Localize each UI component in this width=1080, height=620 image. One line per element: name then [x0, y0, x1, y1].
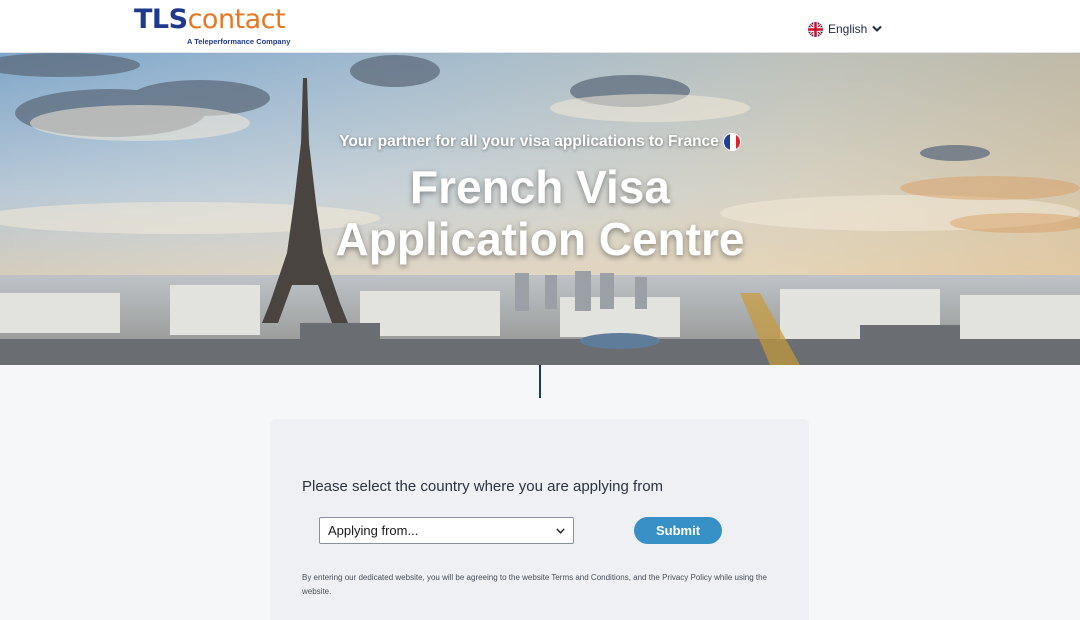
applying-from-value: Applying from... [328, 523, 419, 538]
hero-tagline: Your partner for all your visa applicati… [0, 133, 1080, 151]
chevron-down-icon [872, 25, 883, 32]
submit-button[interactable]: Submit [634, 517, 722, 544]
uk-flag-icon [808, 21, 823, 37]
hero-title: French Visa Application Centre [0, 161, 1080, 265]
language-label: English [828, 22, 868, 36]
hero-title-line1: French Visa [410, 161, 670, 213]
site-header: TLScontact A Teleperformance Company Eng… [0, 0, 1080, 53]
country-prompt: Please select the country where you are … [302, 478, 664, 495]
chevron-down-icon [556, 527, 565, 534]
country-selection-card: Please select the country where you are … [270, 419, 809, 620]
tlscontact-logo[interactable]: TLScontact A Teleperformance Company [134, 6, 294, 48]
language-selector[interactable]: English [808, 20, 883, 38]
logo-wordmark: TLScontact [134, 4, 286, 35]
france-flag-icon [722, 133, 741, 151]
hero-banner: Your partner for all your visa applicati… [0, 53, 1080, 365]
section-divider [539, 365, 541, 398]
applying-from-select[interactable]: Applying from... [319, 517, 574, 544]
terms-disclaimer: By entering our dedicated website, you w… [302, 573, 768, 596]
hero-tagline-text: Your partner for all your visa applicati… [339, 133, 719, 150]
hero-title-line2: Application Centre [335, 213, 745, 265]
logo-tagline: A Teleperformance Company [187, 37, 291, 46]
